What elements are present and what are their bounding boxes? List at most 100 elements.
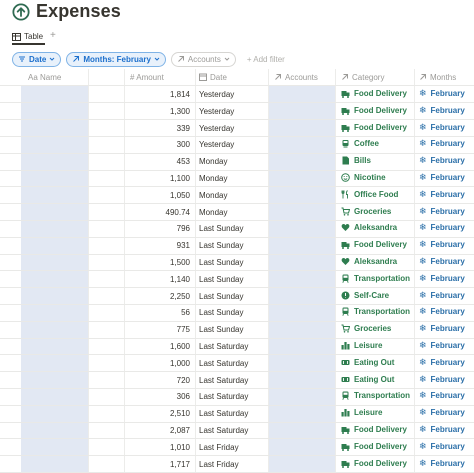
date-cell[interactable]: Last Sunday xyxy=(199,275,243,284)
table-row[interactable]: 1,050 Monday Office Food ❄ February xyxy=(0,187,474,203)
category-cell[interactable]: Self-Care xyxy=(341,291,389,300)
table-row[interactable]: 453 Monday Bills ❄ February xyxy=(0,153,474,169)
header-months[interactable]: Months xyxy=(419,69,456,85)
months-cell[interactable]: ❄ February xyxy=(419,105,465,115)
date-cell[interactable]: Monday xyxy=(199,208,227,217)
amount-cell[interactable]: 453 xyxy=(124,157,190,166)
amount-cell[interactable]: 2,250 xyxy=(124,292,190,301)
category-cell[interactable]: Coffee xyxy=(341,139,379,148)
date-cell[interactable]: Last Sunday xyxy=(199,292,243,301)
category-cell[interactable]: Transportation xyxy=(341,274,410,283)
table-row[interactable]: 2,087 Last Saturday Food Delivery ❄ February xyxy=(0,422,474,438)
months-cell[interactable]: ❄ February xyxy=(419,441,465,451)
filter-chip-add-filter[interactable]: + Add filter xyxy=(241,52,291,67)
date-cell[interactable]: Last Saturday xyxy=(199,392,248,401)
table-row[interactable]: 56 Last Sunday Transportation ❄ February xyxy=(0,304,474,320)
filter-chip-accounts[interactable]: Accounts xyxy=(170,51,236,67)
amount-cell[interactable]: 1,500 xyxy=(124,258,190,267)
months-cell[interactable]: ❄ February xyxy=(419,257,465,267)
date-cell[interactable]: Last Friday xyxy=(199,460,239,469)
amount-cell[interactable]: 1,600 xyxy=(124,342,190,351)
date-cell[interactable]: Last Saturday xyxy=(199,359,248,368)
table-row[interactable]: 2,250 Last Sunday Self-Care ❄ February xyxy=(0,288,474,304)
date-cell[interactable]: Yesterday xyxy=(199,124,234,133)
table-row[interactable]: 1,010 Last Friday Food Delivery ❄ February xyxy=(0,439,474,455)
table-row[interactable]: 490.74 Monday Groceries ❄ February xyxy=(0,204,474,220)
months-cell[interactable]: ❄ February xyxy=(419,374,465,384)
table-row[interactable]: 1,600 Last Saturday Leisure ❄ February xyxy=(0,338,474,354)
header-accounts[interactable]: Accounts xyxy=(274,69,318,85)
amount-cell[interactable]: 720 xyxy=(124,376,190,385)
table-row[interactable]: 306 Last Saturday Transportation ❄ February xyxy=(0,388,474,404)
filter-chip-date[interactable]: Date xyxy=(12,51,62,67)
months-cell[interactable]: ❄ February xyxy=(419,206,465,216)
months-cell[interactable]: ❄ February xyxy=(419,425,465,435)
date-cell[interactable]: Last Saturday xyxy=(199,426,248,435)
category-cell[interactable]: Food Delivery xyxy=(341,425,407,434)
amount-cell[interactable]: 2,510 xyxy=(124,409,190,418)
months-cell[interactable]: ❄ February xyxy=(419,139,465,149)
amount-cell[interactable]: 1,050 xyxy=(124,191,190,200)
category-cell[interactable]: Transportation xyxy=(341,391,410,400)
category-cell[interactable]: Aleksandra xyxy=(341,257,397,266)
table-row[interactable]: 1,000 Last Saturday Eating Out ❄ February xyxy=(0,355,474,371)
header-category[interactable]: Category xyxy=(341,69,384,85)
months-cell[interactable]: ❄ February xyxy=(419,357,465,367)
months-cell[interactable]: ❄ February xyxy=(419,341,465,351)
amount-cell[interactable]: 56 xyxy=(124,308,190,317)
months-cell[interactable]: ❄ February xyxy=(419,324,465,334)
months-cell[interactable]: ❄ February xyxy=(419,240,465,250)
months-cell[interactable]: ❄ February xyxy=(419,273,465,283)
header-date[interactable]: Date xyxy=(199,69,227,85)
category-cell[interactable]: Food Delivery xyxy=(341,240,407,250)
category-cell[interactable]: Food Delivery xyxy=(341,442,407,451)
category-cell[interactable]: Groceries xyxy=(341,207,391,216)
category-cell[interactable]: Bills xyxy=(341,156,371,165)
amount-cell[interactable]: 1,717 xyxy=(124,460,190,469)
table-row[interactable]: 1,814 Yesterday Food Delivery ❄ February xyxy=(0,86,474,102)
amount-cell[interactable]: 490.74 xyxy=(124,208,190,217)
header-name[interactable]: Aa Name xyxy=(28,69,61,85)
date-cell[interactable]: Last Sunday xyxy=(199,308,243,317)
category-cell[interactable]: Office Food xyxy=(341,190,398,199)
date-cell[interactable]: Last Sunday xyxy=(199,224,243,233)
table-row[interactable]: 1,300 Yesterday Food Delivery ❄ February xyxy=(0,103,474,119)
date-cell[interactable]: Last Sunday xyxy=(199,241,243,250)
months-cell[interactable]: ❄ February xyxy=(419,307,465,317)
table-row[interactable]: 796 Last Sunday Aleksandra ❄ February xyxy=(0,220,474,236)
months-cell[interactable]: ❄ February xyxy=(419,89,465,99)
months-cell[interactable]: ❄ February xyxy=(419,156,465,166)
date-cell[interactable]: Last Saturday xyxy=(199,409,248,418)
amount-cell[interactable]: 775 xyxy=(124,325,190,334)
add-view-button[interactable]: + xyxy=(50,30,56,41)
amount-cell[interactable]: 339 xyxy=(124,124,190,133)
date-cell[interactable]: Yesterday xyxy=(199,107,234,116)
months-cell[interactable]: ❄ February xyxy=(419,122,465,132)
amount-cell[interactable]: 1,100 xyxy=(124,174,190,183)
header-amount[interactable]: # Amount xyxy=(130,69,164,85)
category-cell[interactable]: Food Delivery xyxy=(341,106,407,115)
months-cell[interactable]: ❄ February xyxy=(419,189,465,199)
table-row[interactable]: 775 Last Sunday Groceries ❄ February xyxy=(0,321,474,337)
date-cell[interactable]: Monday xyxy=(199,157,227,166)
table-row[interactable]: 1,100 Monday Nicotine ❄ February xyxy=(0,170,474,186)
category-cell[interactable]: Transportation xyxy=(341,307,410,316)
date-cell[interactable]: Yesterday xyxy=(199,90,234,99)
months-cell[interactable]: ❄ February xyxy=(419,391,465,401)
category-cell[interactable]: Food Delivery xyxy=(341,123,407,132)
tab-table[interactable]: Table xyxy=(12,32,43,41)
date-cell[interactable]: Last Friday xyxy=(199,443,239,452)
category-cell[interactable]: Nicotine xyxy=(341,173,386,182)
table-row[interactable]: 720 Last Saturday Eating Out ❄ February xyxy=(0,372,474,388)
table-row[interactable]: 300 Yesterday Coffee ❄ February xyxy=(0,136,474,152)
date-cell[interactable]: Last Sunday xyxy=(199,325,243,334)
table-row[interactable]: 1,717 Last Friday Food Delivery ❄ February xyxy=(0,456,474,472)
months-cell[interactable]: ❄ February xyxy=(419,290,465,300)
category-cell[interactable]: Leisure xyxy=(341,341,382,350)
months-cell[interactable]: ❄ February xyxy=(419,458,465,468)
table-row[interactable]: 1,140 Last Sunday Transportation ❄ February xyxy=(0,271,474,287)
category-cell[interactable]: Eating Out xyxy=(341,375,394,384)
table-row[interactable]: 1,500 Last Sunday Aleksandra ❄ February xyxy=(0,254,474,270)
amount-cell[interactable]: 306 xyxy=(124,392,190,401)
amount-cell[interactable]: 1,300 xyxy=(124,107,190,116)
